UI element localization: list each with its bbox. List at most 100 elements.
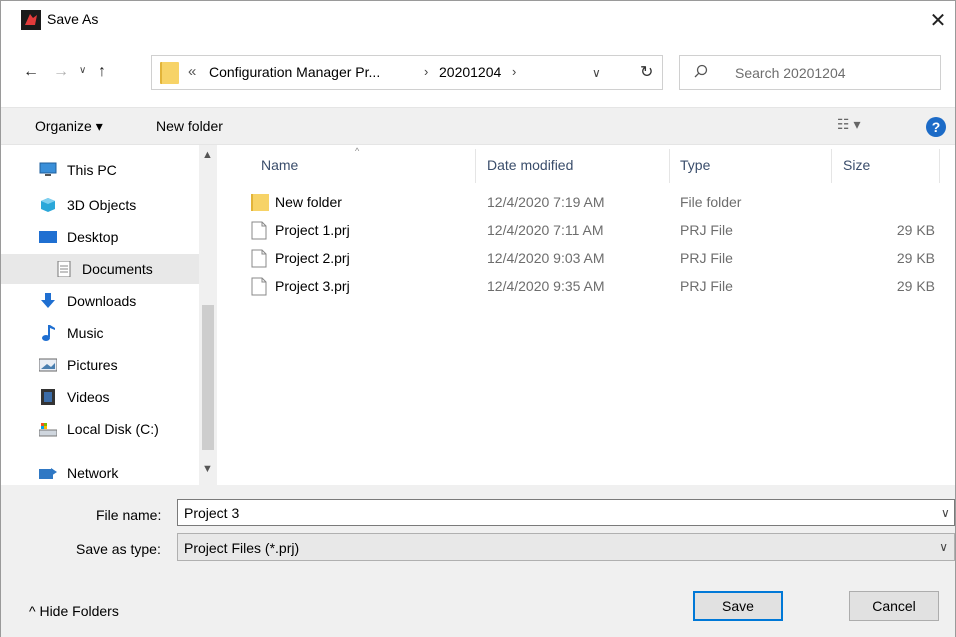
file-icon bbox=[251, 221, 267, 240]
file-name-dropdown-icon[interactable]: ∨ bbox=[941, 506, 950, 520]
file-size: 29 KB bbox=[896, 250, 935, 266]
address-bar[interactable]: « Configuration Manager Pr... › 20201204… bbox=[151, 55, 663, 90]
nav-item-documents[interactable]: Documents bbox=[1, 254, 199, 284]
nav-item-label: This PC bbox=[67, 162, 117, 178]
drive-icon bbox=[39, 423, 57, 437]
file-type: File folder bbox=[680, 194, 742, 210]
cancel-button[interactable]: Cancel bbox=[849, 591, 939, 621]
file-row[interactable]: New folder 12/4/2020 7:19 AM File folder bbox=[247, 190, 947, 216]
save-type-value: Project Files (*.prj) bbox=[184, 540, 300, 556]
cube-icon bbox=[41, 198, 55, 212]
nav-item-network[interactable]: Network bbox=[1, 458, 181, 488]
file-date: 12/4/2020 9:35 AM bbox=[487, 278, 605, 294]
network-icon bbox=[39, 468, 57, 479]
documents-icon bbox=[57, 261, 71, 277]
breadcrumb-item[interactable]: 20201204 bbox=[439, 64, 501, 80]
column-divider[interactable] bbox=[939, 149, 940, 183]
breadcrumb-separator-icon[interactable]: › bbox=[512, 64, 516, 79]
breadcrumb-separator-icon[interactable]: › bbox=[424, 64, 428, 79]
nav-item-label: Music bbox=[67, 325, 104, 341]
save-type-label: Save as type: bbox=[76, 541, 161, 557]
file-name: Project 1.prj bbox=[275, 222, 350, 238]
navigation-pane: This PC 3D Objects Desktop Documents Dow… bbox=[1, 145, 217, 485]
close-button[interactable]: ✕ bbox=[921, 5, 955, 37]
new-folder-button[interactable]: New folder bbox=[156, 118, 223, 134]
nav-item-videos[interactable]: Videos bbox=[19, 382, 199, 412]
save-as-dialog: Save As ✕ ← → ∨ ↑ « Configuration Manage… bbox=[0, 0, 956, 637]
nav-item-label: 3D Objects bbox=[67, 197, 137, 213]
recent-locations-chevron-icon[interactable]: ∨ bbox=[79, 65, 86, 76]
search-icon bbox=[694, 64, 708, 78]
nav-item-label: Local Disk (C:) bbox=[67, 421, 159, 437]
up-arrow-icon[interactable]: ↑ bbox=[98, 63, 106, 81]
refresh-icon[interactable]: ↻ bbox=[640, 62, 653, 82]
pc-icon bbox=[39, 162, 57, 176]
nav-item-label: Network bbox=[67, 465, 119, 481]
app-icon bbox=[21, 10, 41, 30]
nav-item-pictures[interactable]: Pictures bbox=[19, 350, 199, 380]
nav-item-label: Desktop bbox=[67, 229, 119, 245]
back-arrow-icon[interactable]: ← bbox=[23, 63, 39, 81]
help-icon[interactable]: ? bbox=[926, 117, 946, 137]
save-type-select[interactable]: Project Files (*.prj) ∨ bbox=[177, 533, 955, 561]
chevron-down-icon: ∨ bbox=[939, 540, 948, 554]
file-row[interactable]: Project 1.prj 12/4/2020 7:11 AM PRJ File… bbox=[247, 218, 947, 244]
nav-item-label: Documents bbox=[82, 261, 153, 277]
download-arrow-icon bbox=[41, 293, 55, 308]
column-header-name[interactable]: Name bbox=[261, 157, 298, 173]
organize-button[interactable]: Organize ▾ bbox=[35, 118, 103, 135]
file-type: PRJ File bbox=[680, 278, 733, 294]
file-name-field[interactable] bbox=[177, 499, 955, 526]
search-placeholder: Search 20201204 bbox=[735, 65, 846, 81]
forward-arrow-icon[interactable]: → bbox=[53, 63, 69, 81]
nav-item-this-pc[interactable]: This PC bbox=[19, 155, 199, 185]
breadcrumb-item[interactable]: Configuration Manager Pr... bbox=[209, 64, 380, 80]
nav-pane-scrollbar[interactable]: ▲ ▼ bbox=[199, 145, 217, 485]
breadcrumb-overflow[interactable]: « bbox=[188, 63, 196, 80]
file-name: Project 2.prj bbox=[275, 250, 350, 266]
scroll-down-icon[interactable]: ▼ bbox=[202, 463, 213, 475]
nav-item-label: Videos bbox=[67, 389, 110, 405]
file-date: 12/4/2020 7:19 AM bbox=[487, 194, 605, 210]
view-options-icon[interactable]: ☷ ▾ bbox=[837, 116, 860, 133]
nav-item-label: Pictures bbox=[67, 357, 118, 373]
scroll-up-icon[interactable]: ▲ bbox=[202, 149, 213, 161]
file-name: New folder bbox=[275, 194, 342, 210]
sort-ascending-icon: ^ bbox=[355, 146, 360, 156]
command-bar: Organize ▾ New folder ☷ ▾ ? bbox=[1, 107, 955, 145]
file-type: PRJ File bbox=[680, 250, 733, 266]
file-date: 12/4/2020 7:11 AM bbox=[487, 222, 604, 238]
column-divider[interactable] bbox=[831, 149, 832, 183]
music-note-icon bbox=[42, 325, 55, 341]
nav-item-3d-objects[interactable]: 3D Objects bbox=[19, 190, 199, 220]
file-icon bbox=[251, 249, 267, 268]
file-size: 29 KB bbox=[896, 222, 935, 238]
save-options-panel: File name: ∨ Save as type: Project Files… bbox=[1, 485, 955, 637]
hide-folders-button[interactable]: ^ Hide Folders bbox=[29, 603, 119, 619]
search-input[interactable]: Search 20201204 bbox=[679, 55, 941, 90]
save-button[interactable]: Save bbox=[693, 591, 783, 621]
videos-icon bbox=[41, 389, 55, 405]
file-row[interactable]: Project 3.prj 12/4/2020 9:35 AM PRJ File… bbox=[247, 274, 947, 300]
nav-item-desktop[interactable]: Desktop bbox=[19, 222, 199, 252]
column-header-date[interactable]: Date modified bbox=[487, 157, 573, 173]
file-date: 12/4/2020 9:03 AM bbox=[487, 250, 605, 266]
nav-item-music[interactable]: Music bbox=[19, 318, 199, 348]
file-list: Name ^ Date modified Type Size New folde… bbox=[217, 145, 955, 485]
column-header-size[interactable]: Size bbox=[843, 157, 870, 173]
nav-item-downloads[interactable]: Downloads bbox=[19, 286, 199, 316]
nav-item-local-disk[interactable]: Local Disk (C:) bbox=[19, 414, 199, 444]
pictures-icon bbox=[39, 358, 57, 372]
nav-item-label: Downloads bbox=[67, 293, 137, 309]
file-icon bbox=[251, 277, 267, 296]
window-title: Save As bbox=[47, 11, 99, 27]
address-dropdown-icon[interactable]: ∨ bbox=[592, 66, 601, 80]
scrollbar-thumb[interactable] bbox=[202, 305, 214, 450]
desktop-icon bbox=[39, 231, 57, 243]
column-header-type[interactable]: Type bbox=[680, 157, 710, 173]
column-divider[interactable] bbox=[475, 149, 476, 183]
file-row[interactable]: Project 2.prj 12/4/2020 9:03 AM PRJ File… bbox=[247, 246, 947, 272]
folder-icon bbox=[251, 194, 269, 211]
column-divider[interactable] bbox=[669, 149, 670, 183]
file-type: PRJ File bbox=[680, 222, 733, 238]
